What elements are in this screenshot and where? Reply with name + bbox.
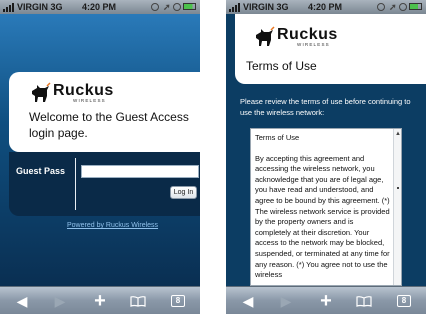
- battery-icon: [409, 3, 422, 10]
- pages-count: 8: [397, 295, 411, 307]
- right-screen: VIRGIN 3G 4:20 PM ➚ Ruckus WIRELESS Term…: [226, 0, 426, 314]
- ruckus-dog-icon: [32, 82, 51, 102]
- clock-time: 4:20 PM: [82, 2, 117, 12]
- terms-box-body: By accepting this agreement and accessin…: [255, 153, 390, 280]
- signal-icon: [3, 3, 15, 12]
- login-button[interactable]: Log In: [170, 186, 197, 199]
- bookmarks-icon[interactable]: [120, 287, 156, 314]
- status-bar: VIRGIN 3G 4:20 PM ➚: [226, 0, 426, 14]
- logo-tagline: WIRELESS: [297, 42, 330, 47]
- back-icon[interactable]: ◀: [230, 287, 266, 314]
- bookmarks-icon[interactable]: [346, 287, 382, 314]
- terms-header: Ruckus WIRELESS Terms of Use: [235, 14, 426, 84]
- status-bar: VIRGIN 3G 4:20 PM ➚: [0, 0, 200, 14]
- logo-wordmark: Ruckus: [277, 26, 338, 43]
- pages-icon[interactable]: 8: [160, 287, 196, 314]
- powered-by-link[interactable]: Powered by Ruckus Wireless: [67, 222, 158, 229]
- page-title: Terms of Use: [246, 59, 317, 73]
- login-panel: Guest Pass Log In: [9, 152, 200, 216]
- terms-textarea[interactable]: Terms of Use By accepting this agreement…: [250, 128, 402, 286]
- terms-scrollbar[interactable]: ▲: [393, 129, 401, 285]
- add-bookmark-icon[interactable]: +: [82, 287, 118, 314]
- terms-content: Terms of Use By accepting this agreement…: [255, 133, 391, 281]
- pages-count: 8: [171, 295, 185, 307]
- signal-icon: [229, 3, 241, 12]
- forward-icon[interactable]: ▶: [42, 287, 78, 314]
- logo-wordmark: Ruckus: [53, 82, 114, 99]
- pages-icon[interactable]: 8: [386, 287, 422, 314]
- scroll-thumb[interactable]: [397, 187, 399, 189]
- panel-divider: [75, 158, 76, 210]
- ruckus-logo: Ruckus WIRELESS: [253, 26, 343, 48]
- logo-tagline: WIRELESS: [73, 98, 106, 103]
- add-bookmark-icon[interactable]: +: [308, 287, 344, 314]
- location-icon: ➚: [389, 2, 397, 12]
- forward-icon[interactable]: ▶: [268, 287, 304, 314]
- terms-intro: Please review the terms of use before co…: [240, 97, 411, 117]
- alarm-icon: [399, 3, 407, 11]
- carrier-label: VIRGIN 3G: [243, 2, 289, 12]
- left-screen: VIRGIN 3G 4:20 PM ➚ Ruckus WIRELESS Welc…: [0, 0, 200, 314]
- ruckus-dog-icon: [256, 26, 275, 46]
- guest-pass-input[interactable]: [81, 165, 199, 178]
- clock-time: 4:20 PM: [308, 2, 343, 12]
- rotation-lock-icon: [151, 3, 159, 11]
- status-icons: ➚: [375, 1, 423, 13]
- guest-pass-label: Guest Pass: [16, 166, 66, 176]
- ruckus-logo: Ruckus WIRELESS: [29, 82, 119, 104]
- browser-toolbar: ◀ ▶ + 8: [0, 286, 200, 314]
- rotation-lock-icon: [377, 3, 385, 11]
- welcome-heading: Welcome to the Guest Access login page.: [29, 110, 189, 140]
- scroll-up-icon[interactable]: ▲: [395, 131, 401, 137]
- alarm-icon: [173, 3, 181, 11]
- status-icons: ➚: [149, 1, 197, 13]
- terms-box-heading: Terms of Use: [255, 133, 300, 142]
- location-icon: ➚: [163, 2, 171, 12]
- carrier-label: VIRGIN 3G: [17, 2, 63, 12]
- browser-toolbar: ◀ ▶ + 8: [226, 286, 426, 314]
- battery-icon: [183, 3, 196, 10]
- back-icon[interactable]: ◀: [4, 287, 40, 314]
- welcome-card: Ruckus WIRELESS Welcome to the Guest Acc…: [9, 72, 200, 152]
